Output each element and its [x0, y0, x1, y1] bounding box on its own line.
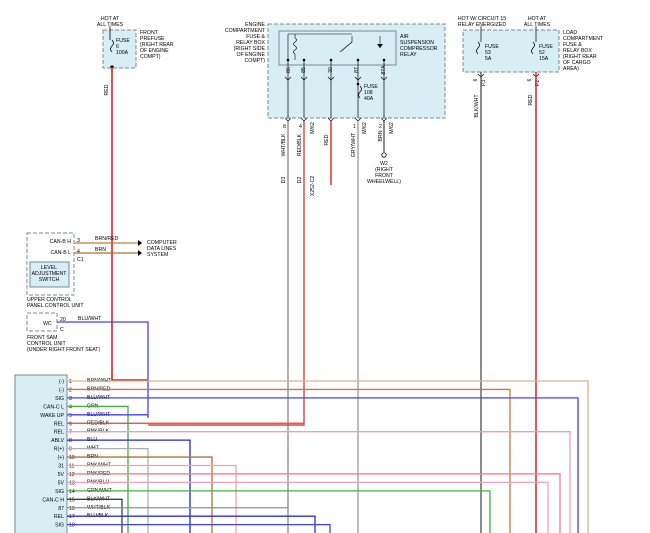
module-pin-number: 16 — [69, 506, 75, 512]
module-pin-number: 10 — [69, 455, 75, 461]
module-pin-number: 14 — [69, 489, 75, 495]
module-pin-label: SIG — [55, 523, 64, 529]
svg-text:M/62: M/62 — [310, 122, 316, 134]
module-rows: (-) 1 BRN/WHT(-) 2 BRN/REDSIG 3 BLU/WHTCAN-C L… — [40, 378, 589, 533]
svg-text:1: 1 — [353, 124, 356, 130]
module-pin-number: 3 — [69, 396, 72, 402]
svg-text:SWITCH: SWITCH — [39, 277, 60, 283]
svg-text:CAN-B H: CAN-B H — [50, 239, 72, 245]
front-prefuse: FUSE 6 100A FRONT PREFUSE (RIGHT REAR OF… — [102, 29, 174, 69]
svg-text:8: 8 — [283, 124, 286, 130]
engine-compartment-relay-box: ENGINE COMPARTMENT FUSE & RELAY BOX (RIG… — [225, 22, 446, 119]
svg-text:P3: P3 — [481, 80, 487, 86]
module-pin-label: 5V — [58, 480, 65, 486]
svg-text:100A: 100A — [116, 50, 129, 56]
hot-at-all-times-caption-2: HOT AT ALL TIMES — [524, 16, 551, 28]
svg-text:CAN-B L: CAN-B L — [51, 250, 72, 256]
module-pin-number: 9 — [69, 447, 72, 453]
module-wire — [67, 490, 491, 533]
svg-text:BLU/WHT: BLU/WHT — [78, 316, 102, 322]
module-pin-label: SIG — [55, 396, 64, 402]
wiring-diagram: HOT AT ALL TIMES HOT W/ CIRCUIT 15 RELAY… — [14, 16, 604, 533]
module-pin-number: 12 — [69, 472, 75, 478]
module-pin-label: WAKE UP — [40, 413, 64, 419]
upper-control-panel-unit: CAN-B H CAN-B L LEVEL ADJUSTMENT SWITCH … — [26, 232, 177, 309]
module-pin-label: (+) — [58, 455, 65, 461]
svg-text:X252-C2: X252-C2 — [310, 176, 316, 197]
svg-text:6: 6 — [527, 78, 533, 81]
svg-text:PANEL CONTROL UNIT: PANEL CONTROL UNIT — [27, 303, 84, 309]
svg-text:C: C — [60, 327, 64, 333]
svg-text:5A: 5A — [485, 56, 492, 62]
front-sam-control-unit: WC 20 C BLU/WHT FRONT SAM CONTROL UNIT (… — [26, 312, 102, 353]
red-blk-wire — [148, 121, 305, 426]
relay-output-pins: 8 4 1 2 M/62 M/62 M/62 WHT/BLK RED/BLK R… — [281, 122, 395, 196]
load-compartment-fuse-box: FUSE 53 5A FUSE 52 15A LOAD COMPARTMENT … — [462, 29, 604, 118]
svg-text:RELAY: RELAY — [400, 52, 417, 58]
svg-text:2: 2 — [379, 124, 382, 130]
module-pin-number: 17 — [69, 514, 75, 520]
svg-text:AREA): AREA) — [563, 66, 579, 72]
prefuse-red-wire — [111, 67, 148, 381]
svg-text:WC: WC — [43, 321, 52, 327]
svg-text:ALL TIMES: ALL TIMES — [524, 22, 551, 28]
module-pin-number: 15 — [69, 497, 75, 503]
svg-text:M/62: M/62 — [389, 122, 395, 134]
module-pin-number: 6 — [69, 421, 72, 427]
module-pin-label: R(+) — [54, 447, 65, 453]
svg-text:C1: C1 — [77, 257, 84, 263]
module-pin-number: 4 — [69, 404, 72, 410]
module-pin-label: CAN-C H — [42, 497, 64, 503]
module-pin-label: 87 — [58, 506, 64, 512]
svg-text:40A: 40A — [364, 96, 374, 102]
svg-text:6: 6 — [473, 78, 479, 81]
svg-text:GRY/WHT: GRY/WHT — [351, 132, 357, 157]
svg-text:BLK/WHT: BLK/WHT — [474, 94, 480, 118]
module-pin-number: 2 — [69, 387, 72, 393]
module-pin-number: 13 — [69, 480, 75, 486]
svg-text:86: 86 — [286, 67, 292, 73]
module-pin-number: 18 — [69, 523, 75, 529]
svg-text:M/62: M/62 — [362, 122, 368, 134]
svg-text:SYSTEM: SYSTEM — [147, 252, 168, 258]
module-pin-number: 5 — [69, 413, 72, 419]
svg-text:BRN: BRN — [95, 247, 106, 253]
hot-circuit15-caption: HOT W/ CIRCUIT 15 RELAY ENERGIZED — [458, 16, 506, 28]
module-pin-label: REL — [54, 514, 64, 520]
svg-text:RED/BLK: RED/BLK — [297, 133, 303, 156]
svg-text:RED: RED — [528, 94, 534, 105]
module-pin-number: 1 — [69, 379, 72, 385]
module-pin-label: REL — [54, 430, 64, 436]
svg-text:87: 87 — [354, 67, 360, 73]
svg-text:RED: RED — [104, 84, 110, 95]
svg-text:RED: RED — [324, 134, 330, 145]
svg-text:COMPT): COMPT) — [140, 54, 161, 60]
ground-w2: W2 (RIGHT FRONT WHEELWELL) — [367, 152, 401, 185]
svg-text:4: 4 — [299, 124, 302, 130]
module-pin-label: ABLV — [51, 438, 64, 444]
svg-text:15A: 15A — [539, 56, 549, 62]
module-pin-label: SIG — [55, 489, 64, 495]
svg-text:(UNDER RIGHT FRONT SEAT): (UNDER RIGHT FRONT SEAT) — [27, 347, 100, 353]
module-pin-label: REL — [54, 421, 64, 427]
svg-text:D2: D2 — [297, 177, 303, 184]
module-pin-number: 8 — [69, 438, 72, 444]
svg-text:BRN/RED: BRN/RED — [95, 236, 119, 242]
svg-text:D3: D3 — [281, 177, 287, 184]
module-pin-label: (-) — [59, 387, 64, 393]
module-pin-number: 11 — [69, 464, 74, 470]
svg-text:WHEELWELL): WHEELWELL) — [367, 179, 401, 185]
module-pin-label: 31 — [58, 464, 64, 470]
svg-text:BRN: BRN — [378, 130, 384, 141]
module-pin-number: 7 — [69, 430, 72, 436]
module-wire — [67, 524, 331, 533]
module-pin-label: (-) — [59, 379, 64, 385]
svg-text:4: 4 — [77, 249, 80, 255]
module-pin-label: 5V — [58, 472, 65, 478]
svg-text:COMPT): COMPT) — [245, 58, 266, 64]
svg-text:RELAY ENERGIZED: RELAY ENERGIZED — [458, 22, 506, 28]
svg-text:WHT/BLK: WHT/BLK — [281, 133, 287, 157]
module-pin-label: CAN-C L — [43, 404, 64, 410]
